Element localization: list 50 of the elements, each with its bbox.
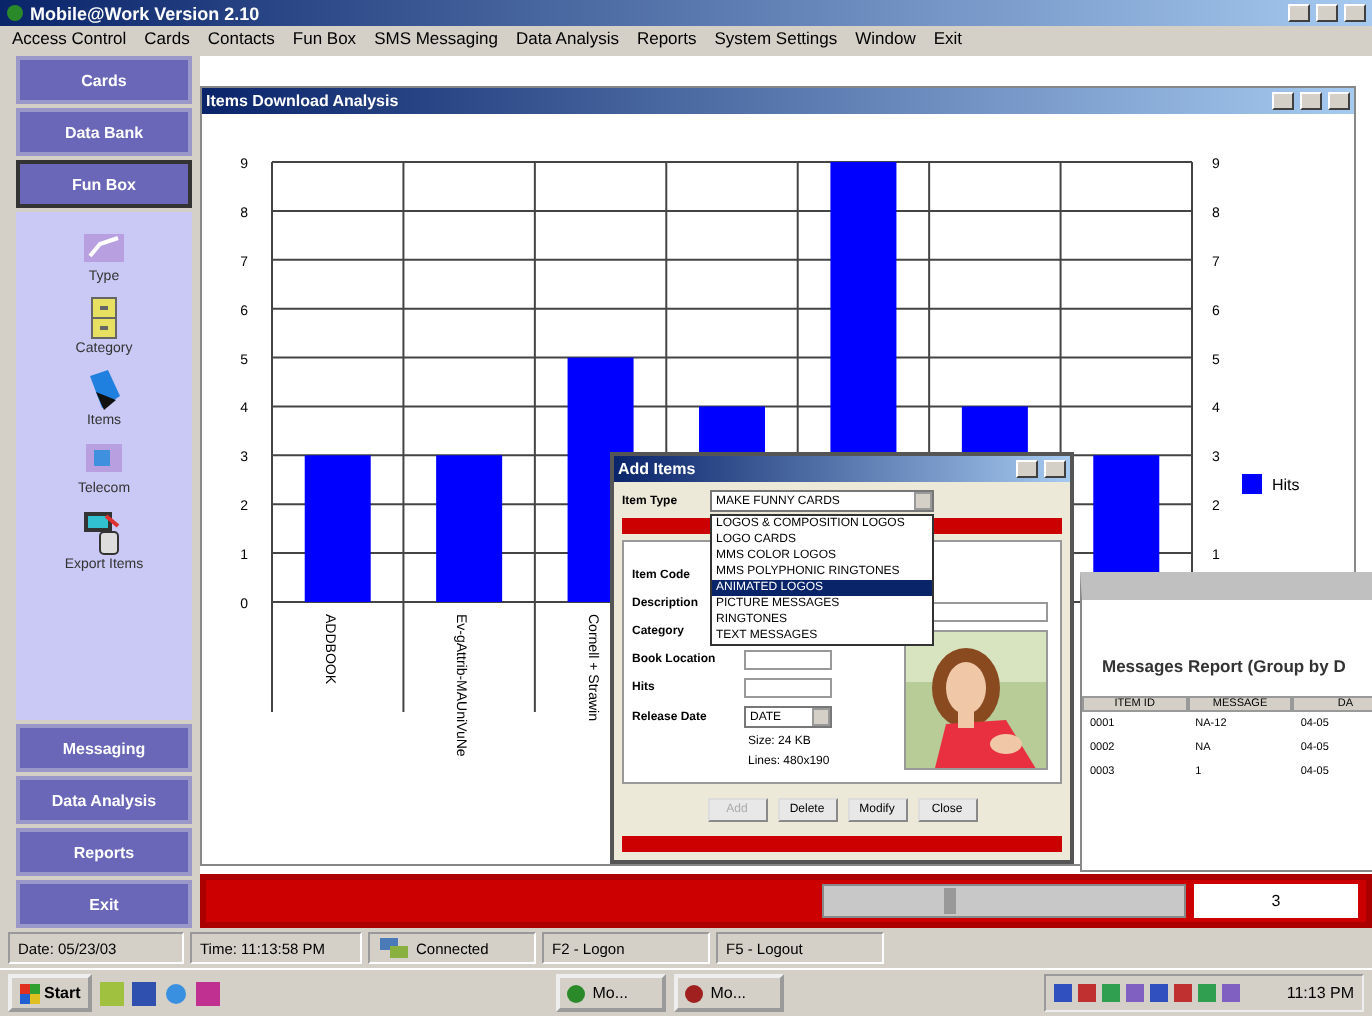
network-icon: [378, 936, 410, 960]
app-icon: [566, 983, 587, 1003]
taskbar-button[interactable]: Mo...: [674, 974, 785, 1012]
dialog-title: Add Items: [618, 460, 698, 478]
slider-track[interactable]: [822, 884, 1186, 918]
sidebar-button[interactable]: Data Analysis: [16, 776, 192, 824]
quick-launch-icon[interactable]: [132, 981, 157, 1005]
windows-logo-icon: [20, 983, 40, 1003]
close-button[interactable]: [1344, 4, 1366, 22]
phone-icon: [84, 368, 124, 412]
input-field[interactable]: [744, 650, 832, 670]
close-button[interactable]: [1328, 92, 1350, 110]
menu-item[interactable]: System Settings: [714, 28, 838, 48]
close-button[interactable]: [1044, 460, 1066, 478]
minimize-button[interactable]: [1016, 460, 1038, 478]
legend-label: Hits: [1272, 476, 1300, 494]
menu-item[interactable]: Cards: [144, 28, 190, 48]
maximize-button[interactable]: [1316, 4, 1338, 22]
value-field: 3: [1194, 884, 1358, 918]
menu-item[interactable]: Exit: [933, 28, 963, 48]
menu-item[interactable]: Access Control: [12, 28, 127, 48]
sidebar-button[interactable]: Exit: [16, 880, 192, 928]
browser-icon[interactable]: [164, 981, 189, 1005]
menu-item[interactable]: Contacts: [207, 28, 275, 48]
clock: 11:13 PM: [1286, 984, 1354, 1002]
report-title: Messages Report (Group by D: [1100, 654, 1348, 680]
start-button[interactable]: Start: [8, 974, 93, 1012]
slider-thumb[interactable]: [944, 888, 956, 914]
sidebar-button[interactable]: Fun Box: [16, 160, 192, 208]
minimize-button[interactable]: [1272, 92, 1294, 110]
cabinet-icon: [90, 296, 118, 340]
maximize-button[interactable]: [1300, 92, 1322, 110]
sidebar-button[interactable]: Reports: [16, 828, 192, 876]
sidebar-button[interactable]: Messaging: [16, 724, 192, 772]
taskbar-button[interactable]: Mo...: [556, 974, 667, 1012]
sidebar-button[interactable]: Cards: [16, 56, 192, 104]
quick-launch-icon[interactable]: [196, 981, 221, 1005]
window-title: Mobile@Work Version 2.10: [30, 3, 262, 23]
input-field[interactable]: [744, 678, 832, 698]
app-icon: [684, 983, 705, 1003]
window-title: Items Download Analysis: [206, 92, 401, 110]
legend: Hits: [1242, 474, 1300, 494]
menu-item[interactable]: Window: [855, 28, 916, 48]
menu-item[interactable]: Data Analysis: [515, 28, 619, 48]
menu-item[interactable]: Reports: [636, 28, 697, 48]
app-icon: [6, 4, 24, 22]
sidebar-button[interactable]: Data Bank: [16, 108, 192, 156]
minimize-button[interactable]: [1288, 4, 1310, 22]
menu-item[interactable]: Fun Box: [292, 28, 357, 48]
menu-item[interactable]: SMS Messaging: [374, 28, 498, 48]
